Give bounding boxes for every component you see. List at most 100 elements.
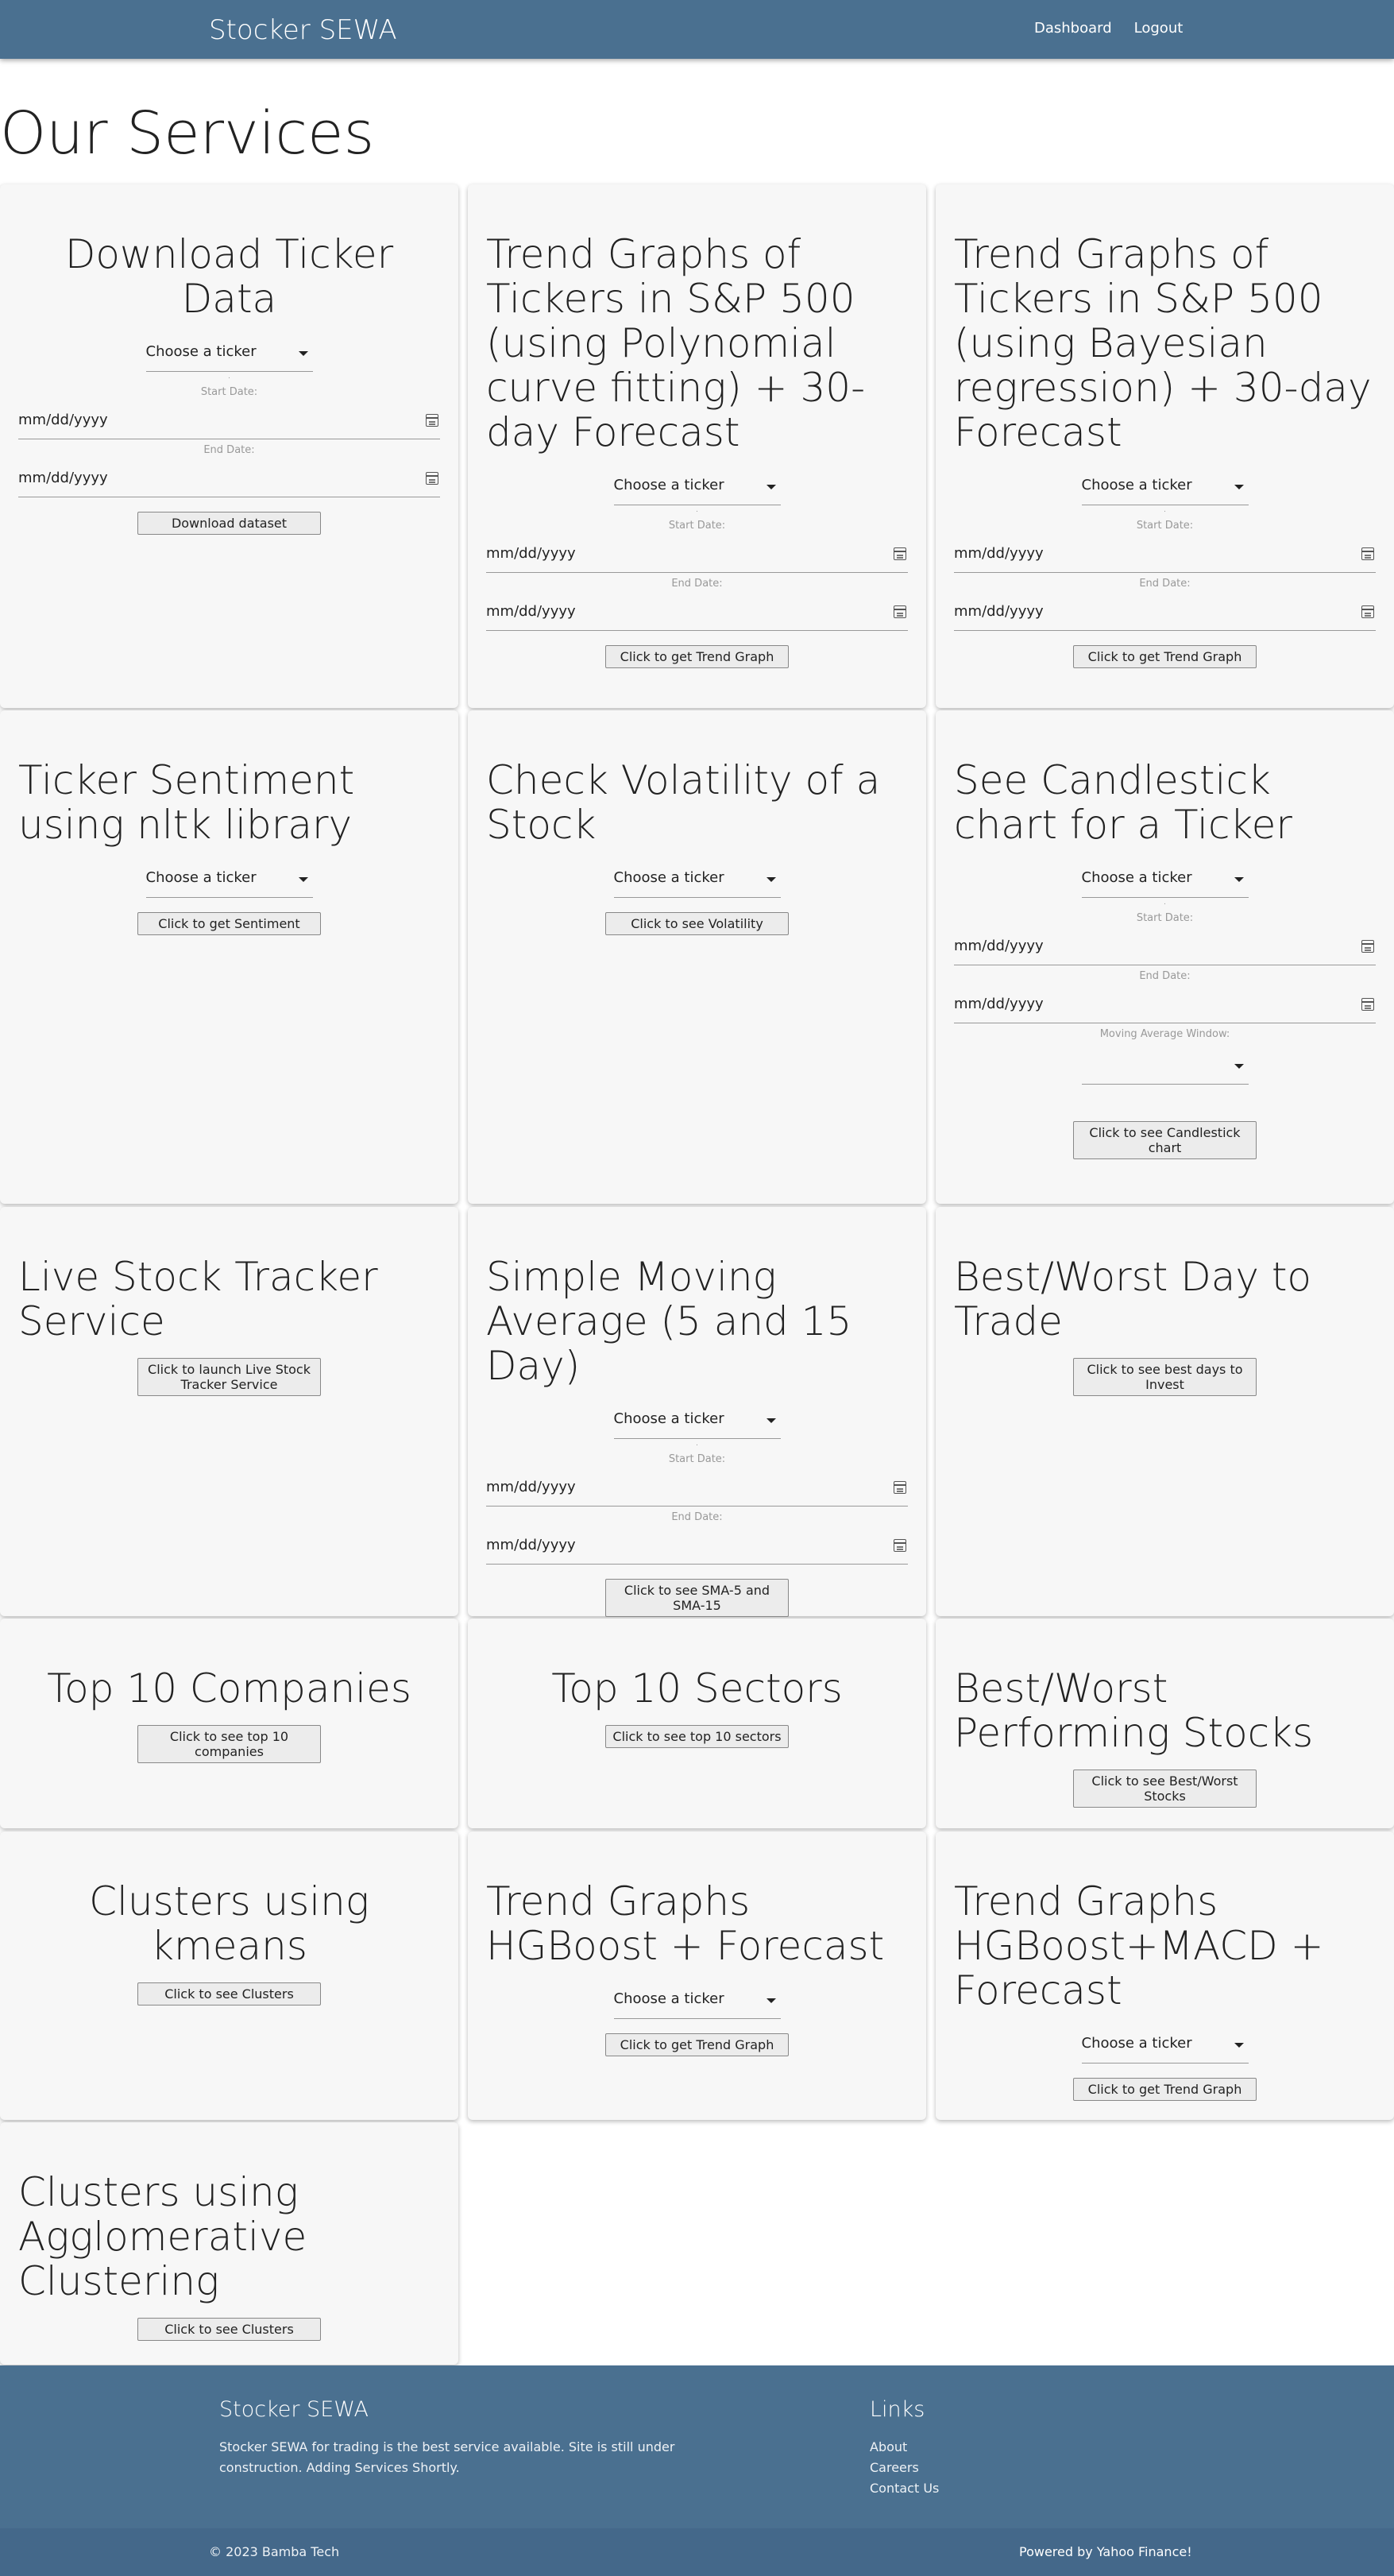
get-trend-graph-button[interactable]: Click to get Trend Graph	[605, 2033, 789, 2056]
see-sma-button[interactable]: Click to see SMA-5 and SMA-15	[605, 1579, 789, 1617]
chevron-down-icon	[1234, 2043, 1244, 2048]
start-date-input[interactable]	[18, 401, 440, 439]
download-dataset-button[interactable]: Download dataset	[137, 512, 321, 535]
card-live-stock-tracker: Live Stock Tracker Service Click to laun…	[0, 1207, 458, 1616]
get-trend-graph-button[interactable]: Click to get Trend Graph	[1073, 645, 1257, 668]
footer-link-about[interactable]: About	[870, 2437, 939, 2458]
ticker-select-value: Choose a ticker	[1081, 2035, 1192, 2052]
ticker-select-value: Choose a ticker	[613, 869, 724, 886]
card-ticker-sentiment: Ticker Sentiment using nltk library Choo…	[0, 710, 458, 1204]
brand-logo[interactable]: Stocker SEWA	[209, 14, 397, 46]
card-title: Clusters using kmeans	[89, 1878, 369, 1969]
calendar-icon[interactable]	[426, 414, 438, 427]
end-date-input[interactable]	[486, 593, 908, 630]
get-sentiment-button[interactable]: Click to get Sentiment	[137, 912, 321, 935]
launch-tracker-button[interactable]: Click to launch Live Stock Tracker Servi…	[137, 1358, 321, 1396]
calendar-icon[interactable]	[894, 1481, 906, 1494]
ticker-select[interactable]: Choose a ticker	[613, 861, 781, 898]
calendar-icon[interactable]	[1361, 998, 1374, 1011]
end-date-field[interactable]	[486, 1526, 908, 1565]
end-date-label: End Date:	[671, 1511, 723, 1523]
start-date-field[interactable]	[486, 1468, 908, 1507]
start-date-input[interactable]	[954, 535, 1376, 572]
end-date-field[interactable]	[486, 593, 908, 631]
card-title: Simple Moving Average (5 and 15 Day)	[486, 1254, 852, 1389]
end-date-field[interactable]	[18, 459, 440, 497]
see-best-worst-button[interactable]: Click to see Best/Worst Stocks	[1073, 1770, 1257, 1808]
calendar-icon[interactable]	[894, 1539, 906, 1552]
card-download-ticker-data: Download Ticker Data Choose a ticker . S…	[0, 184, 458, 708]
see-volatility-button[interactable]: Click to see Volatility	[605, 912, 789, 935]
end-date-input[interactable]	[954, 985, 1376, 1023]
card-trend-hgboost: Trend Graphs HGBoost + Forecast Choose a…	[468, 1831, 926, 2120]
footer: Stocker SEWA Stocker SEWA for trading is…	[0, 2365, 1394, 2576]
card-candlestick-chart: See Candlestick chart for a Ticker Choos…	[936, 710, 1394, 1204]
nav-logout-link[interactable]: Logout	[1134, 20, 1184, 37]
end-date-input[interactable]	[18, 459, 440, 497]
moving-average-label: Moving Average Window:	[1099, 1028, 1230, 1040]
calendar-icon[interactable]	[426, 472, 438, 485]
calendar-icon[interactable]	[1361, 940, 1374, 953]
calendar-icon[interactable]	[894, 605, 906, 618]
card-top-10-companies: Top 10 Companies Click to see top 10 com…	[0, 1619, 458, 1828]
card-trend-bayesian: Trend Graphs of Tickers in S&P 500 (usin…	[936, 184, 1394, 708]
ticker-select[interactable]: Choose a ticker	[613, 1402, 781, 1439]
start-date-input[interactable]	[486, 535, 908, 572]
chevron-down-icon	[766, 1418, 776, 1423]
nav-links: Dashboard Logout	[1034, 20, 1183, 37]
footer-link-careers[interactable]: Careers	[870, 2458, 939, 2478]
card-simple-moving-average: Simple Moving Average (5 and 15 Day) Cho…	[468, 1207, 926, 1617]
end-date-field[interactable]	[954, 593, 1376, 631]
ticker-select-value: Choose a ticker	[145, 869, 257, 886]
navbar: Stocker SEWA Dashboard Logout	[0, 0, 1394, 59]
card-title: Trend Graphs of Tickers in S&P 500 (usin…	[954, 231, 1372, 455]
get-trend-graph-button[interactable]: Click to get Trend Graph	[605, 645, 789, 668]
spacer-dot: .	[228, 373, 230, 381]
see-top-companies-button[interactable]: Click to see top 10 companies	[137, 1725, 321, 1763]
card-trend-polynomial: Trend Graphs of Tickers in S&P 500 (usin…	[468, 184, 926, 708]
start-date-label: Start Date:	[668, 1453, 726, 1465]
nav-dashboard-link[interactable]: Dashboard	[1034, 20, 1112, 37]
get-trend-graph-button[interactable]: Click to get Trend Graph	[1073, 2078, 1257, 2101]
ticker-select[interactable]: Choose a ticker	[613, 469, 781, 505]
start-date-field[interactable]	[954, 927, 1376, 965]
ticker-select-value: Choose a ticker	[145, 343, 257, 360]
see-top-sectors-button[interactable]: Click to see top 10 sectors	[605, 1725, 789, 1748]
see-candlestick-button[interactable]: Click to see Candlestick chart	[1073, 1121, 1257, 1159]
start-date-input[interactable]	[954, 927, 1376, 965]
chevron-down-icon	[1234, 485, 1244, 489]
footer-link-contact[interactable]: Contact Us	[870, 2478, 939, 2499]
see-clusters-button[interactable]: Click to see Clusters	[137, 1982, 321, 2005]
end-date-field[interactable]	[954, 985, 1376, 1023]
calendar-icon[interactable]	[1361, 605, 1374, 618]
spacer-dot: .	[1164, 899, 1166, 907]
card-title: Trend Graphs of Tickers in S&P 500 (usin…	[486, 231, 866, 455]
moving-average-select[interactable]	[1081, 1048, 1249, 1085]
ticker-select[interactable]: Choose a ticker	[1081, 2027, 1249, 2064]
calendar-icon[interactable]	[894, 547, 906, 560]
ticker-select[interactable]: Choose a ticker	[613, 1982, 781, 2019]
see-clusters-button[interactable]: Click to see Clusters	[137, 2318, 321, 2341]
start-date-label: Start Date:	[1136, 912, 1194, 924]
see-best-days-button[interactable]: Click to see best days to Invest	[1073, 1358, 1257, 1396]
end-date-input[interactable]	[486, 1526, 908, 1564]
start-date-field[interactable]	[486, 535, 908, 573]
start-date-label: Start Date:	[200, 386, 258, 398]
end-date-label: End Date:	[1139, 970, 1191, 982]
card-best-worst-day: Best/Worst Day to Trade Click to see bes…	[936, 1207, 1394, 1616]
ticker-select[interactable]: Choose a ticker	[145, 335, 313, 372]
start-date-input[interactable]	[486, 1468, 908, 1506]
start-date-field[interactable]	[18, 401, 440, 439]
end-date-input[interactable]	[954, 593, 1376, 630]
card-title: Best/Worst Performing Stocks	[954, 1665, 1314, 1756]
ticker-select[interactable]: Choose a ticker	[1081, 861, 1249, 898]
ticker-select[interactable]: Choose a ticker	[1081, 469, 1249, 505]
card-title: Download Ticker Data	[64, 231, 394, 322]
ticker-select-value: Choose a ticker	[613, 477, 724, 493]
chevron-down-icon	[298, 877, 308, 882]
ticker-select-value: Choose a ticker	[1081, 869, 1192, 886]
chevron-down-icon	[766, 877, 776, 882]
ticker-select[interactable]: Choose a ticker	[145, 861, 313, 898]
start-date-field[interactable]	[954, 535, 1376, 573]
calendar-icon[interactable]	[1361, 547, 1374, 560]
